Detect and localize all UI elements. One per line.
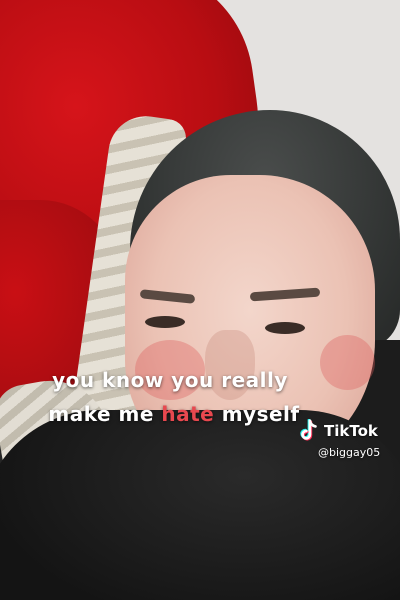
tiktok-watermark: TikTok [298, 419, 378, 443]
caption-line-2-end: myself [214, 402, 300, 426]
caption-highlight-word: hate [161, 402, 215, 426]
caption-line-2-start: make me [48, 402, 162, 426]
creator-username: @biggay05 [318, 446, 381, 459]
right-eye [265, 322, 305, 334]
tiktok-brand-label: TikTok [324, 422, 378, 440]
video-frame[interactable] [0, 0, 400, 600]
left-eye [145, 316, 185, 328]
tiktok-logo-icon [300, 419, 317, 441]
caption-line-1: you know you really [52, 368, 288, 392]
